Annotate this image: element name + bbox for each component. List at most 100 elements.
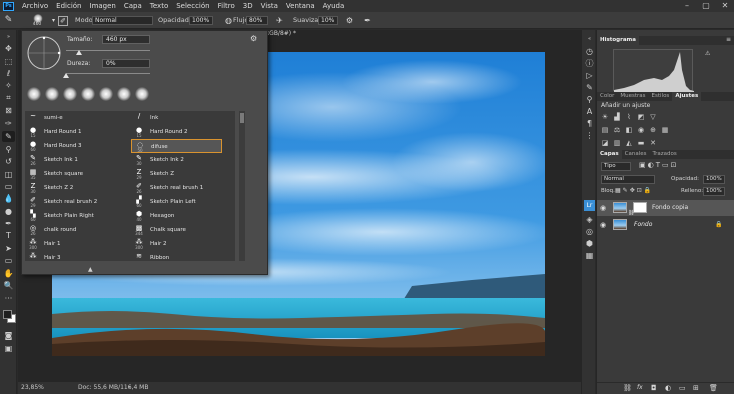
brush-preset-picker[interactable]: 460	[28, 14, 48, 28]
brush-list-scrollbar[interactable]	[239, 111, 245, 261]
pressure-size-icon[interactable]: ✒	[362, 15, 373, 26]
close-button[interactable]: ✕	[716, 0, 734, 12]
move-tool-icon[interactable]: ✥	[2, 43, 15, 54]
actions-panel-icon[interactable]: ▷	[584, 70, 595, 81]
fx-icon[interactable]: fx	[637, 384, 643, 391]
menu-archivo[interactable]: Archivo	[18, 2, 52, 10]
tab-histogram[interactable]: Histograma	[597, 36, 639, 45]
size-slider-knob[interactable]	[75, 50, 82, 55]
gear-icon[interactable]: ⚙	[250, 34, 257, 43]
brush-item[interactable]: ⁂ 300 Hair 1	[25, 237, 116, 251]
menu-ayuda[interactable]: Ayuda	[319, 2, 349, 10]
flow-field[interactable]: 80%	[246, 16, 268, 25]
brush-item[interactable]: ✎ 30 Sketch Ink 2	[131, 153, 222, 167]
brush-item[interactable]: ≋ Ribbon	[131, 251, 222, 262]
tab-adjustments[interactable]: Ajustes	[672, 92, 702, 101]
brush-item[interactable]: Z 30 Sketch Z 2	[25, 181, 116, 195]
clone-stamp-tool-icon[interactable]: ⚲	[2, 144, 15, 155]
trash-icon[interactable]: 🗑	[709, 384, 718, 392]
mode-select[interactable]: Normal	[92, 16, 153, 25]
hardness-slider-track[interactable]	[66, 73, 150, 74]
hue-saturation-icon[interactable]: ▤	[601, 126, 609, 134]
brush-item[interactable]: ✎ 26 Sketch Ink 1	[25, 153, 116, 167]
adjustment-layer-icon[interactable]: ◐	[665, 384, 671, 392]
rectangle-tool-icon[interactable]: ▭	[2, 255, 15, 266]
tab-styles[interactable]: Estilos	[649, 92, 673, 101]
menu-vista[interactable]: Vista	[257, 2, 282, 10]
photo-filter-icon[interactable]: ◉	[637, 126, 645, 134]
smoothing-options-icon[interactable]: ⚙	[344, 15, 355, 26]
path-selection-tool-icon[interactable]: ➤	[2, 243, 15, 254]
brush-tool-icon[interactable]: ✎	[2, 131, 15, 142]
channels-panel-icon[interactable]: ◎	[584, 226, 595, 237]
more-tools-icon[interactable]: ···	[2, 293, 15, 304]
brush-item[interactable]: Z 29 Sketch Z	[131, 167, 222, 181]
zoom-tool-icon[interactable]: 🔍	[2, 280, 15, 291]
swatches-panel-icon[interactable]: ▦	[584, 250, 595, 261]
brush-tool-preset-icon[interactable]: ✎	[3, 15, 14, 26]
layer-row-fondo[interactable]: ◉ Fondo 🔒	[597, 217, 734, 233]
levels-icon[interactable]: ▟	[613, 113, 621, 121]
channel-mixer-icon[interactable]: ⊕	[649, 126, 657, 134]
brush-item[interactable]: ~ sumi-e	[25, 111, 116, 125]
exposure-icon[interactable]: ◩	[637, 113, 645, 121]
hardness-slider-knob[interactable]	[63, 73, 69, 78]
size-input[interactable]: 460 px	[102, 35, 150, 44]
brush-settings-icon[interactable]: ✐	[58, 16, 68, 26]
brush-item[interactable]: ▩ 344 Chalk square	[131, 223, 222, 237]
paragraph-panel-icon[interactable]: ¶	[584, 118, 595, 129]
menu-texto[interactable]: Texto	[146, 2, 172, 10]
maximize-button[interactable]: ▢	[697, 0, 715, 12]
scrollbar-thumb[interactable]	[240, 113, 244, 123]
color-lookup-icon[interactable]: ▦	[661, 126, 669, 134]
layers-panel-icon[interactable]: ◈	[584, 214, 595, 225]
eraser-tool-icon[interactable]: ◫	[2, 169, 15, 180]
recent-brush-4[interactable]	[81, 87, 95, 101]
quick-mask-icon[interactable]: ◙	[2, 330, 15, 341]
tab-color[interactable]: Color	[597, 92, 617, 101]
hand-tool-icon[interactable]: ✋	[2, 268, 15, 279]
invert-icon[interactable]: ◪	[601, 139, 609, 147]
marquee-tool-icon[interactable]: ⬚	[2, 56, 15, 67]
tab-layers[interactable]: Capas	[597, 150, 622, 159]
brush-item[interactable]: ◌ 50 difuse	[131, 139, 222, 153]
blur-tool-icon[interactable]: 💧	[2, 193, 15, 204]
recent-brush-5[interactable]	[99, 87, 113, 101]
menu-edicion[interactable]: Edición	[52, 2, 85, 10]
brush-item[interactable]: ● 60 Hard Round 3	[25, 139, 116, 153]
blend-mode-select[interactable]: Normal	[601, 175, 655, 184]
gradient-tool-icon[interactable]: ▭	[2, 181, 15, 192]
glyphs-panel-icon[interactable]: ⋮	[584, 130, 595, 141]
dodge-tool-icon[interactable]: ●	[2, 206, 15, 217]
opacity-field[interactable]: 100%	[189, 16, 213, 25]
gradient-map-icon[interactable]: ▬	[637, 139, 645, 147]
eye-icon[interactable]: ◉	[600, 200, 608, 216]
warning-icon[interactable]: ⚠	[705, 50, 710, 57]
link-layers-icon[interactable]: ⛓	[623, 384, 632, 392]
brush-item[interactable]: ▦ 35 Sketch square	[25, 167, 116, 181]
brush-item[interactable]: ⁂ 300 Hair 2	[131, 237, 222, 251]
hardness-input[interactable]: 0%	[102, 59, 150, 68]
vibrance-icon[interactable]: ▽	[649, 113, 657, 121]
menu-filtro[interactable]: Filtro	[214, 2, 239, 10]
recent-brush-2[interactable]	[45, 87, 59, 101]
brush-item[interactable]: ● 15 Hard Round 2	[131, 125, 222, 139]
layer-mask-thumbnail[interactable]	[633, 202, 647, 213]
recent-brush-3[interactable]	[63, 87, 77, 101]
brush-angle-preview[interactable]	[26, 35, 62, 71]
menu-ventana[interactable]: Ventana	[282, 2, 319, 10]
brush-item[interactable]: ⬢ 40 Hexagon	[131, 209, 222, 223]
selective-color-icon[interactable]: ✕	[649, 139, 657, 147]
brush-item[interactable]: ◎ 26 chalk round	[25, 223, 116, 237]
folder-icon[interactable]: ▭	[679, 384, 686, 392]
threshold-icon[interactable]: ◭	[625, 139, 633, 147]
quick-selection-tool-icon[interactable]: ✧	[2, 80, 15, 91]
document-tab[interactable]: RGB/8#) *	[265, 30, 335, 38]
tab-swatches[interactable]: Muestras	[617, 92, 648, 101]
airbrush-icon[interactable]: ✈	[274, 15, 285, 26]
type-tool-icon[interactable]: T	[2, 230, 15, 241]
crop-tool-icon[interactable]: ⌗	[2, 92, 15, 103]
brush-item[interactable]: ✐ 29 Sketch real brush 2	[25, 195, 116, 209]
menu-imagen[interactable]: Imagen	[86, 2, 120, 10]
layer-filter-icons[interactable]: ▣◐T▭⊡	[639, 161, 678, 169]
